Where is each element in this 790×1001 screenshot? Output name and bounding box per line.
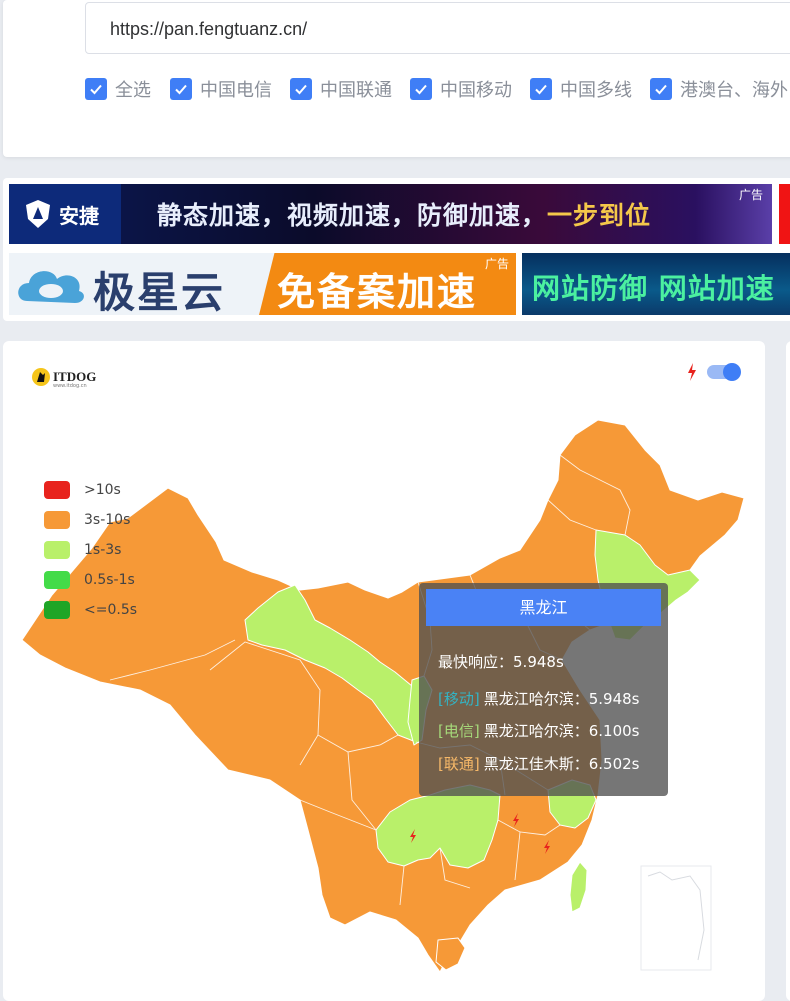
isp-tag: [移动] <box>438 690 480 708</box>
tooltip-row: [移动] 黑龙江哈尔滨：5.948s <box>438 690 640 708</box>
legend-label: <=0.5s <box>84 602 138 618</box>
legend-item[interactable]: 0.5s-1s <box>44 570 135 590</box>
legend-item[interactable]: >10s <box>44 480 121 500</box>
south-china-sea-inset <box>640 865 712 971</box>
legend-swatch <box>44 481 70 499</box>
tooltip-title: 黑龙江 <box>426 589 661 626</box>
legend-label: 0.5s-1s <box>84 572 135 588</box>
isp-tag: [电信] <box>438 722 480 740</box>
tooltip-fastest: 最快响应：5.948s <box>438 653 564 671</box>
legend-label: 3s-10s <box>84 512 131 528</box>
legend-item[interactable]: 1s-3s <box>44 540 121 560</box>
legend-label: >10s <box>84 482 121 498</box>
tooltip-row: [联通] 黑龙江佳木斯：6.502s <box>438 755 640 773</box>
legend-item[interactable]: 3s-10s <box>44 510 130 530</box>
legend-item[interactable]: <=0.5s <box>44 600 137 620</box>
legend-swatch <box>44 571 70 589</box>
map-tooltip: 黑龙江 最快响应：5.948s [移动] 黑龙江哈尔滨：5.948s [电信] 黑龙… <box>419 583 668 796</box>
map-region[interactable] <box>435 937 466 971</box>
legend-swatch <box>44 601 70 619</box>
legend-swatch <box>44 511 70 529</box>
map-region[interactable] <box>569 861 588 913</box>
isp-tag: [联通] <box>438 755 480 773</box>
tooltip-row: [电信] 黑龙江哈尔滨：6.100s <box>438 722 640 740</box>
legend-label: 1s-3s <box>84 542 122 558</box>
legend-swatch <box>44 541 70 559</box>
